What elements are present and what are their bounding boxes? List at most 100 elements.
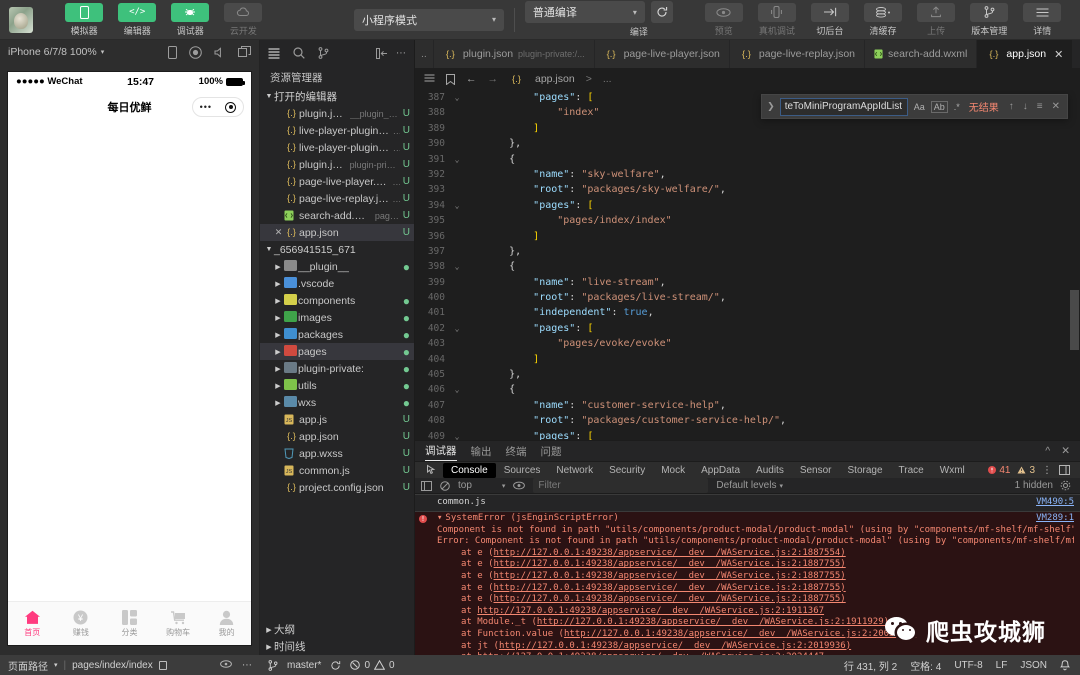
devtools-tab-network[interactable]: Network [548,463,601,478]
breadcrumb-file[interactable]: app.json [535,73,575,85]
recompile-button[interactable] [650,1,673,23]
match-case-icon[interactable]: Aa [913,102,926,112]
version-control-button[interactable]: 版本管理 [969,2,1010,37]
stack-frame[interactable]: at e (http://127.0.0.1:49238/appservice/… [421,571,1074,583]
editor-tab-page-live-replay[interactable]: {.} page-live-replay.json [729,40,866,68]
console-levels-select[interactable]: Default levels ▾ [716,480,783,491]
fold-chevron-icon[interactable]: ⌄ [451,90,463,105]
open-editor-item[interactable]: {.} plugin.json plugin-priva... U [260,156,414,173]
code-line[interactable]: 406 ⌄ { [415,382,1080,397]
find-widget[interactable]: ❯ teToMiniProgramAppIdList Aa Ab .* 无结果 … [761,94,1068,119]
editor-tab-app-json[interactable]: {.} app.json ✕ [977,40,1074,68]
chevron-right-icon[interactable]: ▶ [273,263,283,271]
screenshot-icon[interactable] [238,46,251,58]
more-actions-icon[interactable]: ⋯ [396,48,406,59]
devtools-tab-wxml[interactable]: Wxml [932,463,973,478]
stack-frame[interactable]: at e (http://127.0.0.1:49238/appservice/… [421,548,1074,560]
stack-frame[interactable]: at e (http://127.0.0.1:49238/appservice/… [421,583,1074,595]
find-previous-icon[interactable]: ↑ [1007,101,1016,112]
console-sidebar-icon[interactable] [421,480,432,491]
live-expression-icon[interactable] [513,481,526,490]
tree-file-app-js[interactable]: JS app.js U [260,411,414,428]
code-line[interactable]: 407 "name": "customer-service-help", [415,398,1080,413]
open-editors-section-header[interactable]: ▼ 打开的编辑器 [260,88,414,105]
editor-button[interactable]: </> 编辑器 [117,2,158,37]
open-editor-item[interactable]: {.} page-live-replay.json ... U [260,190,414,207]
tabbar-item-cart[interactable]: 购物车 [154,602,203,645]
console-error-entry[interactable]: ! ▾ SystemError (jsEnginScriptError) VM2… [415,512,1080,655]
stack-frame[interactable]: at jt (http://127.0.0.1:49238/appservice… [421,641,1074,653]
sync-icon[interactable] [330,660,341,671]
mode-select[interactable]: 小程序模式 ▾ [353,8,504,31]
chevron-right-icon[interactable]: ▶ [273,382,283,390]
stack-frame[interactable]: at http://127.0.0.1:49238/appservice/__d… [421,606,1074,618]
chevron-right-icon[interactable]: ▶ [273,365,283,373]
tree-folder-plugin-private[interactable]: ▶ plugin-private: ● [260,360,414,377]
source-control-icon[interactable] [318,47,329,59]
back-icon[interactable]: ← [466,73,477,85]
capsule-button[interactable]: ••• [192,97,244,117]
outline-toggle-icon[interactable] [424,74,435,84]
open-editor-item[interactable]: {.} live-player-plugin.json ... U [260,122,414,139]
inspect-element-icon[interactable] [421,464,443,476]
code-line[interactable]: 400 "root": "packages/live-stream/", [415,290,1080,305]
find-close-icon[interactable]: ✕ [1050,101,1062,112]
language-mode[interactable]: JSON [1020,660,1047,671]
console-settings-icon[interactable] [1060,480,1071,491]
timeline-section-header[interactable]: ▶ 时间线 [260,638,414,655]
forward-icon[interactable]: → [488,73,499,85]
devtools-tab-appdata[interactable]: AppData [693,463,748,478]
indentation[interactable]: 空格: 4 [910,658,941,673]
code-line[interactable]: 402 ⌄ "pages": [ [415,321,1080,336]
tree-folder-wxs[interactable]: ▶ wxs ● [260,394,414,411]
tree-folder-utils[interactable]: ▶ utils ● [260,377,414,394]
open-editor-item-app-json[interactable]: ✕ {.} app.json U [260,224,414,241]
tree-folder-images[interactable]: ▶ images ● [260,309,414,326]
fold-chevron-icon[interactable]: ⌄ [451,259,463,274]
devtools-tab-sources[interactable]: Sources [496,463,549,478]
whole-word-icon[interactable]: Ab [930,100,948,113]
devtools-tab-mock[interactable]: Mock [653,463,693,478]
editor-tab-search-add-wxml[interactable]: search-add.wxml [865,40,978,68]
chevron-right-icon[interactable]: ▶ [273,314,283,322]
warning-badge[interactable]: 3 [1017,465,1035,476]
code-line[interactable]: 401 "independent": true, [415,305,1080,320]
page-path-value[interactable]: pages/index/index [72,660,153,671]
stack-frame[interactable]: at e (http://127.0.0.1:49238/appservice/… [421,594,1074,606]
close-icon[interactable]: ✕ [1054,48,1063,61]
tabbar-item-earn[interactable]: ¥ 赚钱 [57,602,106,645]
tree-folder-packages[interactable]: ▶ packages ● [260,326,414,343]
code-line[interactable]: 403 "pages/evoke/evoke" [415,336,1080,351]
problems-status[interactable]: 0 0 [350,660,395,671]
simulator-button[interactable]: 模拟器 [64,2,105,37]
stack-frame[interactable]: at Function.value (http://127.0.0.1:4923… [421,629,1074,641]
debugger-button[interactable]: 调试器 [170,2,211,37]
breadcrumb-tail[interactable]: ... [603,73,612,85]
project-section-header[interactable]: ▼ _656941515_671 [260,241,414,258]
cloud-dev-button[interactable]: 云开发 [223,2,264,37]
encoding[interactable]: UTF-8 [954,660,982,671]
stack-frame[interactable]: at e (http://127.0.0.1:49238/appservice/… [421,559,1074,571]
devtools-tab-audits[interactable]: Audits [748,463,792,478]
compile-select[interactable]: 普通编译 ▾ [524,1,645,23]
tree-folder-plugin[interactable]: ▶ __plugin__ ● [260,258,414,275]
status-more-icon[interactable]: ⋯ [242,660,252,671]
code-line[interactable]: 390 }, [415,136,1080,151]
open-editor-item[interactable]: search-add.wxml page... U [260,207,414,224]
tabbar-item-mine[interactable]: 我的 [202,602,251,645]
collapse-sidebar-icon[interactable] [376,47,388,59]
error-badge[interactable]: 41 [988,465,1010,476]
panel-tab-problems[interactable]: 问题 [541,444,562,459]
device-select[interactable]: iPhone 6/7/8 100% ▾ [8,46,104,58]
chevron-right-icon[interactable]: ▶ [273,280,283,288]
page-path-label[interactable]: 页面路径 [8,658,48,673]
tabbar-item-category[interactable]: 分类 [105,602,154,645]
code-area[interactable]: 387 ⌄ "pages": [388 "index" 389 ] 390 }, 391… [415,90,1080,440]
console-output[interactable]: common.js VM490:5 ! ▾ SystemError (jsEng… [415,494,1080,655]
close-icon[interactable]: ✕ [273,227,284,238]
find-input[interactable]: teToMiniProgramAppIdList [779,97,908,116]
regex-icon[interactable]: .* [953,102,961,112]
real-device-debug-button[interactable]: 真机调试 [756,2,797,37]
code-line[interactable]: 391 ⌄ { [415,152,1080,167]
maximize-panel-icon[interactable]: ^ [1045,445,1050,457]
